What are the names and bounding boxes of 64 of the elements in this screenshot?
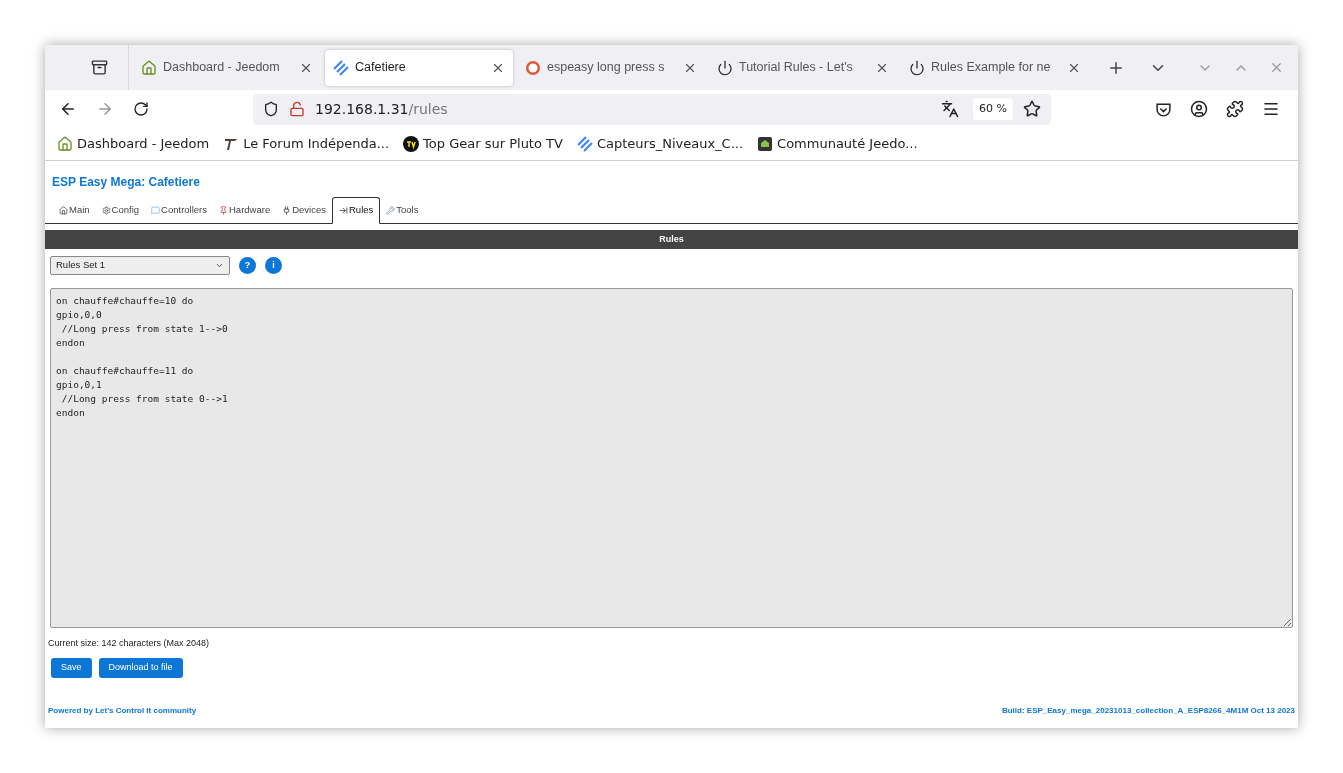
power-icon — [909, 59, 925, 76]
stripes-icon — [333, 59, 349, 76]
translate-icon[interactable] — [941, 100, 960, 118]
tab-title: Rules Example for ne — [931, 59, 1052, 77]
help-button[interactable]: i — [265, 257, 282, 274]
nav-tab[interactable]: Main — [53, 197, 96, 224]
forum-icon — [223, 136, 240, 152]
shield-icon — [263, 101, 279, 117]
plug-icon — [282, 206, 292, 215]
powered-by-link[interactable]: Powered by Let's Control It community — [48, 704, 197, 717]
extensions-icon[interactable] — [1226, 100, 1244, 118]
nav-tab[interactable]: Rules — [332, 197, 381, 224]
bookmark[interactable]: Dashboard - Jeedom — [57, 134, 210, 154]
nav-tab[interactable]: Devices — [276, 197, 332, 224]
forward-icon[interactable] — [96, 100, 114, 118]
account-icon[interactable] — [1190, 100, 1208, 118]
browser-tab[interactable]: Dashboard - Jeedom — [133, 49, 321, 86]
url-text: 192.168.1.31/rules — [315, 99, 448, 119]
browser-tab[interactable]: espeasy long press s — [517, 49, 705, 86]
unlocked-icon — [289, 101, 305, 117]
pin-icon — [219, 206, 228, 215]
nav-tab[interactable]: Config — [95, 197, 146, 224]
browser-tab[interactable]: Tutorial Rules - Let's — [709, 49, 897, 86]
action-button[interactable]: Download to file — [98, 657, 183, 678]
arrow-icon — [339, 206, 348, 215]
bookmark[interactable]: Capteurs_Niveaux_C... — [576, 134, 744, 154]
tv-icon — [403, 136, 420, 152]
nav-tab[interactable]: Hardware — [213, 197, 277, 224]
build-info: Build: ESP_Easy_mega_20231013_collection_A_ESP8266_4M1M Oct 13 2023 — [1001, 704, 1295, 717]
rules-set-dropdown[interactable]: Rules Set 1 — [50, 256, 230, 275]
pocket-icon[interactable] — [1155, 100, 1172, 118]
nav-tab[interactable]: Controllers — [145, 197, 213, 224]
bookmark[interactable]: Communauté Jeedo... — [757, 134, 918, 154]
gear-icon — [101, 206, 111, 215]
house-icon — [57, 136, 73, 152]
wrench-icon — [386, 206, 396, 215]
community-icon — [757, 136, 774, 152]
stripes-icon — [576, 136, 593, 152]
reload-icon[interactable] — [133, 101, 149, 117]
home-icon — [59, 206, 68, 215]
bookmark[interactable]: Top Gear sur Pluto TV — [403, 134, 563, 154]
help-button[interactable]: ? — [239, 257, 256, 274]
action-button[interactable]: Save — [51, 657, 92, 678]
menu-icon[interactable] — [1262, 100, 1280, 118]
house-icon — [141, 59, 157, 76]
browser-tab[interactable]: Cafetiere — [325, 49, 513, 86]
tab-title: Dashboard - Jeedom — [163, 59, 281, 77]
section-header: Rules — [45, 230, 1298, 249]
tab-title: Cafetiere — [355, 59, 407, 77]
zoom-level[interactable]: 60 % — [973, 97, 1013, 121]
nav-tab[interactable]: Tools — [380, 197, 425, 224]
dropdown-caret-icon — [215, 261, 224, 270]
speech-bubble-icon — [151, 206, 161, 215]
rules-editor[interactable]: on chauffe#chauffe=10 do gpio,0,0 //Long press from state 1-->0 endon on chauffe#chauffe=11 do gpio,0,1 //Long press from state 0-->1 endon — [50, 288, 1293, 628]
tab-title: espeasy long press s — [547, 59, 666, 77]
browser-tab[interactable]: Rules Example for ne — [901, 49, 1089, 86]
star-icon[interactable] — [1023, 100, 1041, 118]
back-icon[interactable] — [59, 100, 77, 118]
page-title: ESP Easy Mega: Cafetiere — [52, 174, 201, 191]
tab-title: Tutorial Rules - Let's — [739, 59, 854, 77]
bookmark[interactable]: Le Forum Indépenda... — [223, 134, 390, 154]
address-bar[interactable]: 192.168.1.31/rules 60 % — [253, 93, 1051, 125]
power-icon — [717, 59, 733, 76]
size-note: Current size: 142 characters (Max 2048) — [47, 637, 211, 650]
